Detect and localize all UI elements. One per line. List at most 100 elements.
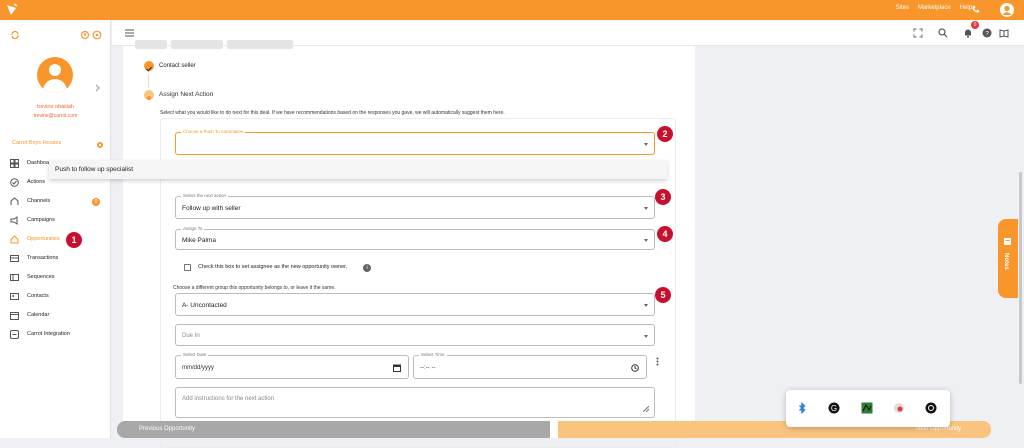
- instructions-placeholder: Add instructions for the next action: [182, 396, 275, 402]
- sidebar-item-label: Contacts: [27, 293, 49, 299]
- notification-badge: 0: [971, 21, 979, 29]
- sidebar-item-opportunities[interactable]: Opportunities: [10, 232, 60, 246]
- megaphone-icon: [10, 215, 18, 225]
- caret-down-icon: [644, 207, 648, 210]
- annotation-marker-2: 2: [657, 126, 673, 142]
- annotation-marker-4: 4: [657, 226, 673, 242]
- select-time-label: Select Time: [419, 352, 447, 357]
- sidebar-item-label: Calendar: [27, 312, 50, 318]
- menu-icon[interactable]: [125, 29, 134, 37]
- fullscreen-icon[interactable]: [913, 28, 923, 38]
- sidebar-item-calendar[interactable]: Calendar: [10, 308, 49, 322]
- team-settings-icon[interactable]: [96, 141, 104, 149]
- search-person-icon[interactable]: [80, 30, 90, 40]
- settings-icon[interactable]: [92, 30, 102, 40]
- account-circle-icon[interactable]: [1000, 3, 1014, 17]
- top-links: Sites Marketplace Help: [896, 5, 972, 11]
- channels-icon: [10, 196, 19, 205]
- integration-icon: [10, 329, 19, 339]
- sequences-icon: [10, 273, 19, 281]
- sidebar-item-label: Carrot Integration: [27, 331, 70, 337]
- record-icon[interactable]: [893, 402, 905, 414]
- due-in-placeholder: Due In: [182, 333, 200, 339]
- select-date-label: Select Date: [181, 352, 209, 357]
- contacts-icon: [10, 292, 19, 300]
- sidebar-item-label: Actions: [27, 179, 46, 185]
- team-name[interactable]: Carrot Boys Houses: [12, 140, 61, 146]
- more-options-icon[interactable]: [656, 357, 659, 366]
- time-placeholder: --:-- --: [420, 365, 436, 371]
- info-icon[interactable]: i: [363, 264, 371, 272]
- transactions-icon: [10, 254, 19, 262]
- sidebar-item-carrot-integration[interactable]: Carrot Integration: [10, 327, 70, 341]
- caret-down-icon: [644, 304, 648, 307]
- sidebar-item-channels[interactable]: Channels: [10, 194, 50, 208]
- sidebar-item-actions[interactable]: Actions: [10, 175, 45, 189]
- step-complete-icon: [144, 61, 154, 72]
- chevron-right-icon[interactable]: [95, 84, 101, 92]
- help-circle-icon[interactable]: ?: [982, 28, 992, 38]
- step-intro-text: Select what you would like to do next fo…: [160, 110, 505, 116]
- next-action-label: Select the next action: [181, 193, 229, 198]
- caret-down-icon: [644, 143, 648, 146]
- sidebar-item-label: Opportunities: [27, 236, 60, 242]
- sidebar-item-dashboard[interactable]: Dashboard: [10, 156, 54, 170]
- step-contact-seller: Contact seller: [159, 63, 196, 69]
- marketplace-link[interactable]: Marketplace: [918, 5, 951, 11]
- top-bar: Sites Marketplace Help: [0, 0, 1024, 20]
- previous-opportunity-label: Previous Opportunity: [139, 426, 196, 432]
- sidebar-item-label: Sequences: [27, 274, 55, 280]
- scrollbar[interactable]: [1019, 172, 1022, 384]
- sidebar-item-contacts[interactable]: Contacts: [10, 289, 49, 303]
- sidebar-item-transactions[interactable]: Transactions: [10, 251, 58, 265]
- caret-down-icon: [644, 239, 648, 242]
- step-assign-next-action: Assign Next Action: [159, 91, 214, 98]
- notes-label: Notes: [1003, 253, 1009, 270]
- extension-round-icon[interactable]: [925, 402, 937, 414]
- assign-to-value: Mike Palma: [182, 237, 216, 244]
- dashboard-icon: [10, 158, 19, 168]
- tag-chip[interactable]: [171, 40, 223, 49]
- instructions-textarea[interactable]: Add instructions for the next action: [175, 387, 655, 418]
- extensions-tray: G: [786, 390, 950, 427]
- sync-icon[interactable]: [10, 30, 20, 40]
- due-in-select[interactable]: Due In: [175, 324, 655, 346]
- next-action-select[interactable]: Select the next action Follow up with se…: [175, 193, 655, 219]
- owner-checkbox[interactable]: [184, 264, 191, 271]
- bell-icon[interactable]: [963, 28, 973, 38]
- sidebar-item-campaigns[interactable]: Campaigns: [10, 213, 55, 227]
- resize-handle-icon[interactable]: [643, 406, 649, 412]
- date-placeholder: mm/dd/yyyy: [182, 365, 215, 371]
- previous-opportunity-button[interactable]: Previous Opportunity: [117, 421, 550, 438]
- automation-option[interactable]: Push to follow up specialist: [49, 160, 667, 179]
- check-circle-icon: [10, 177, 19, 187]
- select-time-input[interactable]: Select Time --:-- --: [413, 352, 647, 379]
- owner-checkbox-label: Check this box to set assignee as the ne…: [198, 264, 348, 270]
- sidebar-item-sequences[interactable]: Sequences: [10, 270, 55, 284]
- bluetooth-icon[interactable]: [796, 402, 808, 414]
- automation-label: Choose a Push To Automation: [181, 129, 246, 134]
- user-email: trevine@carrot.com: [33, 113, 78, 119]
- home-icon: [10, 234, 19, 243]
- group-select[interactable]: A- Uncontacted: [175, 293, 655, 316]
- sidebar-item-label: Transactions: [27, 255, 59, 261]
- extension-green-icon[interactable]: [861, 402, 873, 414]
- main-content: Contact seller Assign Next Action Select…: [123, 40, 695, 448]
- phone-icon[interactable]: [971, 5, 980, 14]
- caret-down-icon: [644, 335, 648, 338]
- search-icon[interactable]: [938, 28, 948, 38]
- tag-chip[interactable]: [227, 40, 293, 49]
- assign-to-select[interactable]: Assign To Mike Palma: [175, 226, 655, 250]
- carrot-logo-icon[interactable]: [4, 2, 20, 18]
- notes-tab[interactable]: Notes: [998, 219, 1018, 298]
- grammarly-icon[interactable]: G: [828, 402, 840, 414]
- automation-select[interactable]: Choose a Push To Automation: [175, 129, 655, 155]
- avatar[interactable]: [37, 57, 73, 93]
- user-name: trevine obaiiiah: [37, 104, 74, 110]
- tag-chip[interactable]: [135, 40, 167, 49]
- sites-link[interactable]: Sites: [896, 5, 909, 11]
- select-date-input[interactable]: Select Date mm/dd/yyyy: [175, 352, 409, 379]
- book-icon[interactable]: [999, 28, 1009, 38]
- calendar-icon[interactable]: [393, 364, 401, 372]
- clock-icon[interactable]: [631, 364, 639, 372]
